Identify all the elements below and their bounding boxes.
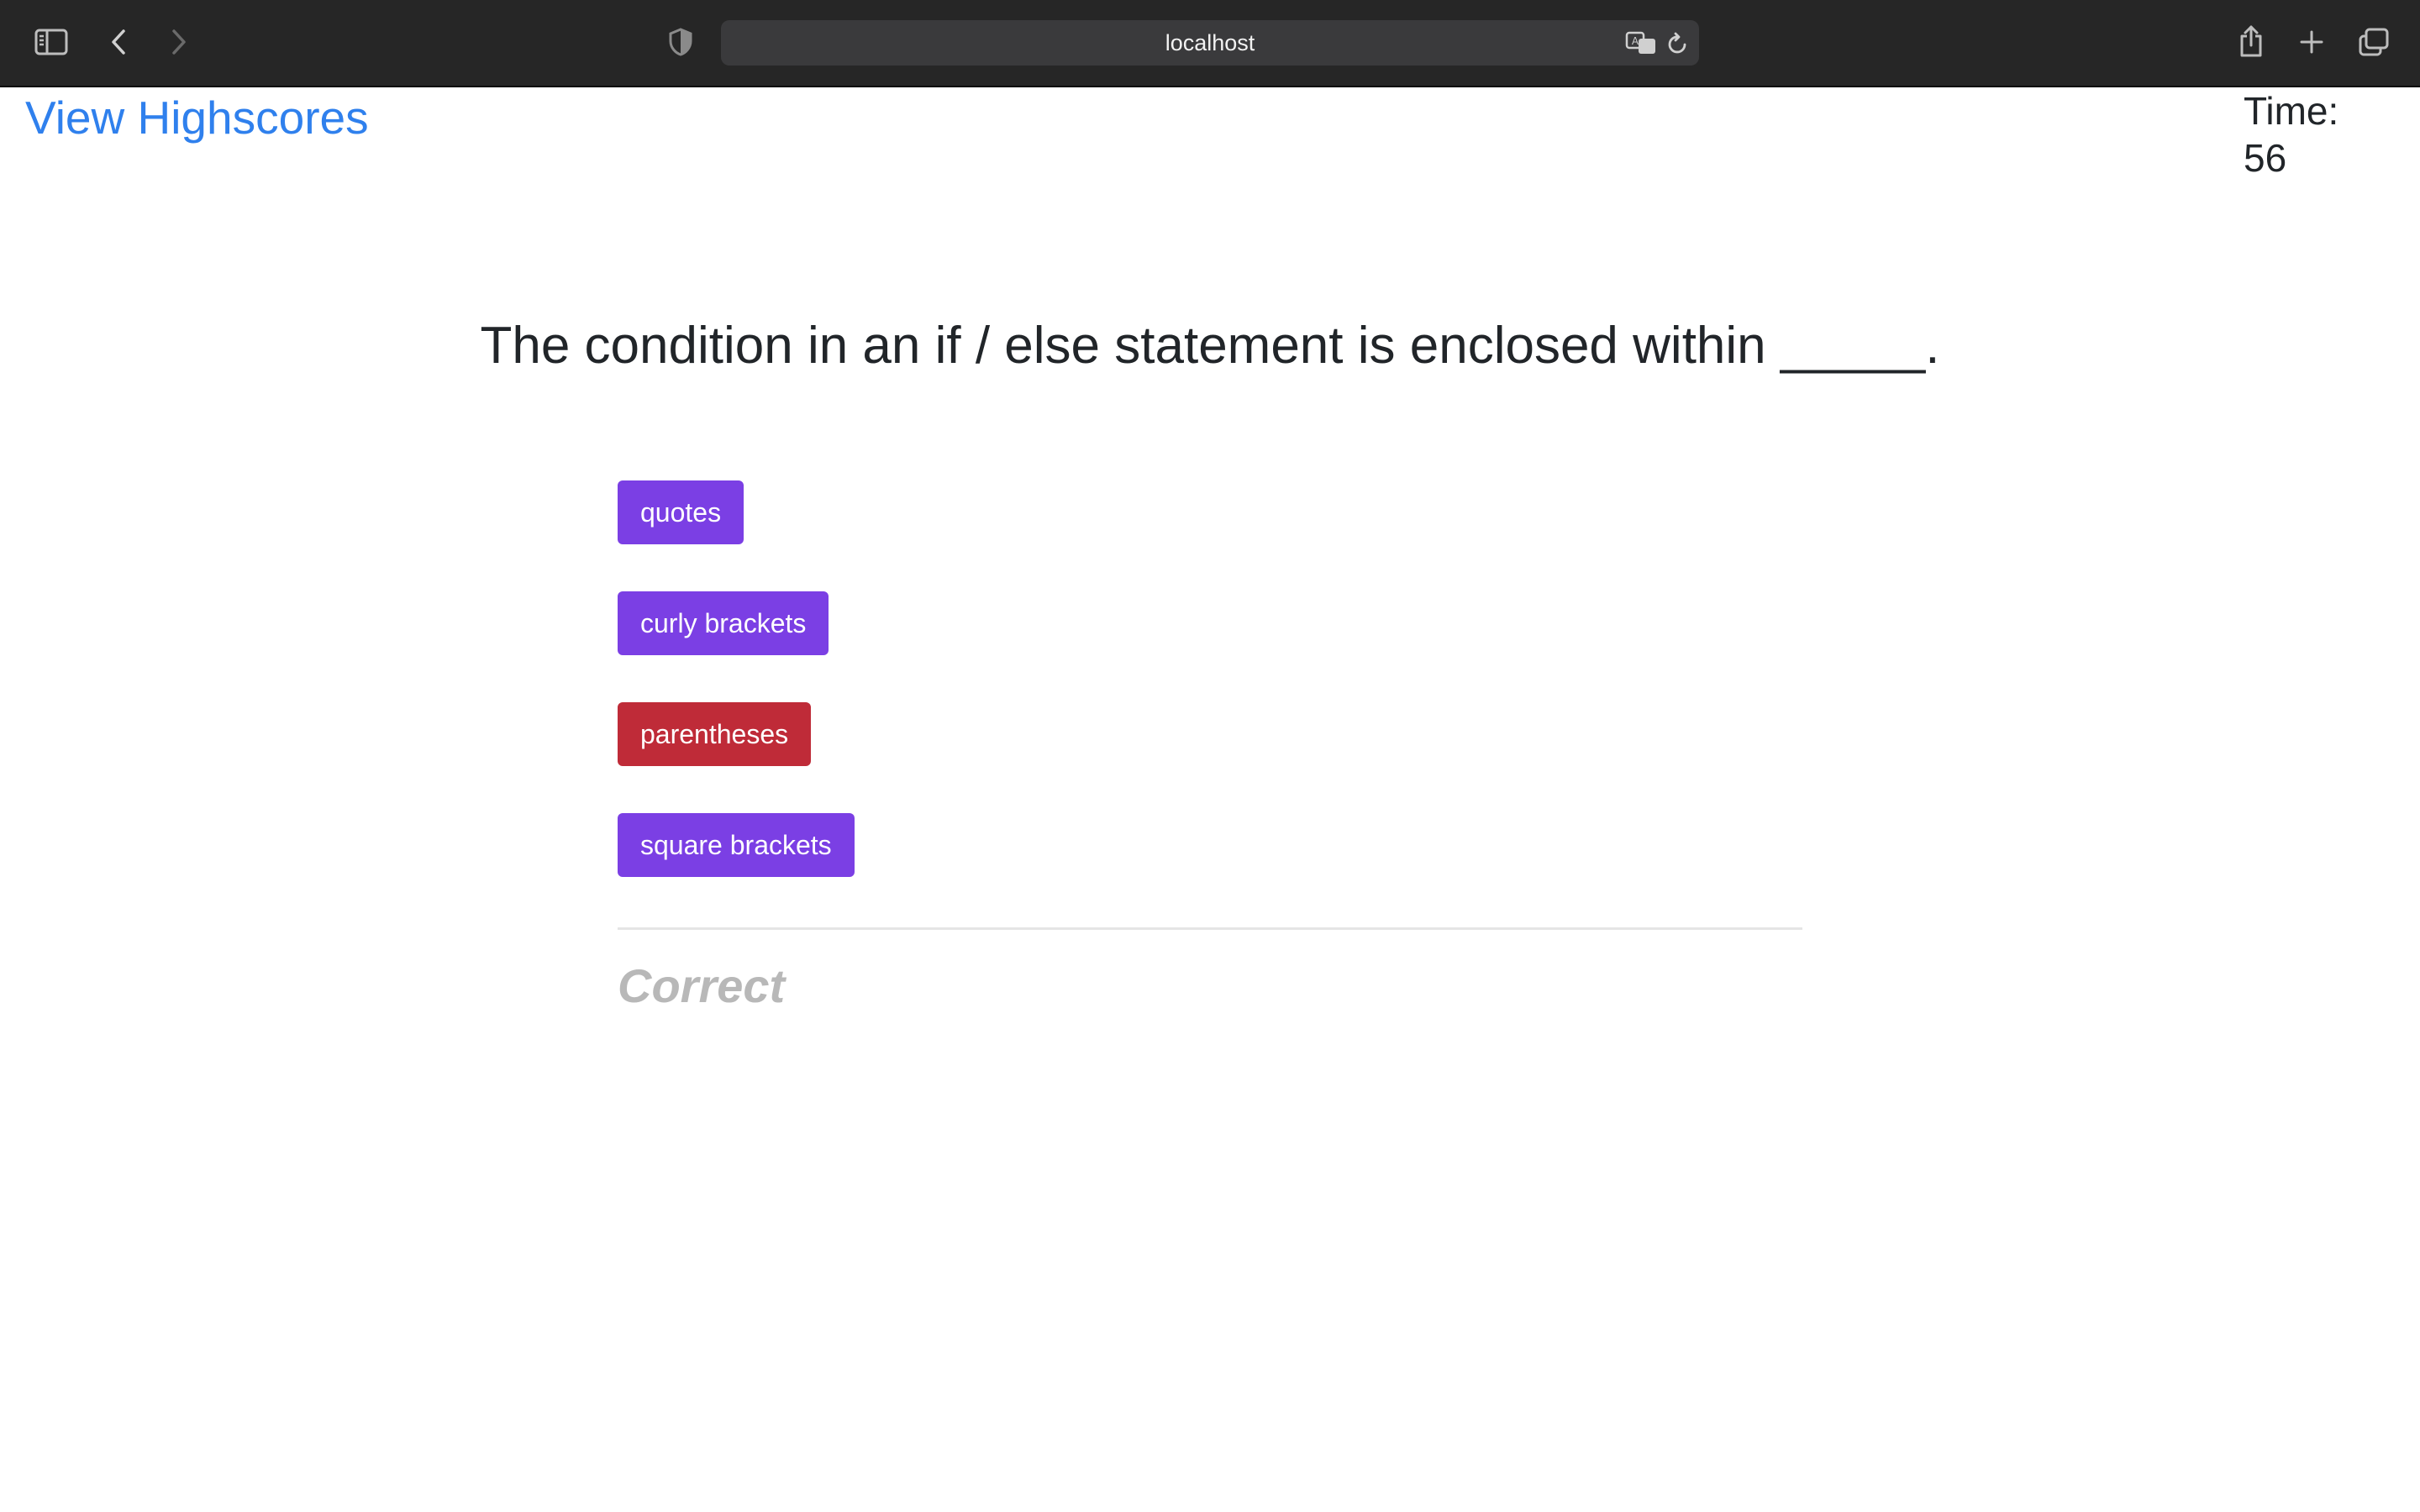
answer-button-quotes[interactable]: quotes (618, 480, 744, 544)
answer-button-curly-brackets[interactable]: curly brackets (618, 591, 829, 655)
question-text: The condition in an if / else statement … (480, 317, 1940, 375)
sidebar-icon[interactable] (32, 25, 71, 59)
browser-toolbar: localhost A (0, 0, 2420, 87)
svg-text:A: A (1632, 35, 1639, 47)
translate-icon[interactable]: A (1623, 28, 1659, 58)
chevron-right-icon[interactable] (165, 25, 193, 59)
view-highscores-link[interactable]: View Highscores (25, 87, 369, 148)
feedback-divider (618, 927, 1802, 930)
feedback-text: Correct (618, 959, 786, 1012)
answer-button-parentheses[interactable]: parentheses (618, 702, 812, 766)
address-text: localhost (1165, 29, 1255, 55)
shield-icon[interactable] (666, 25, 696, 59)
reload-icon[interactable] (1664, 29, 1692, 58)
timer-label: Time: (2244, 89, 2339, 133)
chevron-left-icon[interactable] (104, 25, 133, 59)
timer: Time: 56 (2244, 87, 2403, 181)
plus-icon[interactable] (2296, 25, 2328, 59)
timer-value: 56 (2244, 136, 2287, 180)
tabs-overview-icon[interactable] (2356, 25, 2391, 59)
address-bar[interactable]: localhost A (721, 20, 1699, 66)
answer-button-square-brackets[interactable]: square brackets (618, 813, 855, 877)
share-icon[interactable] (2235, 22, 2267, 60)
